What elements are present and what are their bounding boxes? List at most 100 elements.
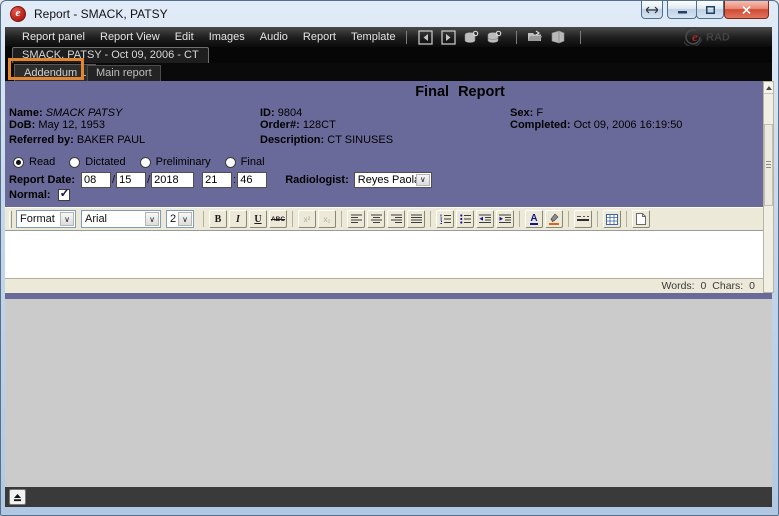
address-book-icon[interactable]	[550, 29, 567, 46]
date-separator: /	[147, 174, 150, 186]
date-separator: /	[112, 174, 115, 186]
horizontal-rule-button[interactable]	[574, 210, 592, 228]
save-all-icon[interactable]	[486, 29, 503, 46]
italic-icon: I	[236, 214, 240, 225]
previous-report-icon[interactable]	[417, 29, 434, 46]
radio-preliminary[interactable]: Preliminary	[140, 156, 211, 168]
align-center-button[interactable]	[367, 210, 385, 228]
chevron-down-icon[interactable]: ∨	[145, 212, 159, 226]
erad-app-icon[interactable]: e	[10, 6, 26, 22]
report-text-area[interactable]	[5, 230, 763, 278]
font-select[interactable]: Arial ∨	[81, 210, 161, 228]
open-folder-icon[interactable]	[527, 29, 544, 46]
scroll-up-button[interactable]	[764, 82, 773, 94]
highlight-color-button[interactable]	[545, 210, 563, 228]
tab-addendum-1[interactable]: Addendum 1	[14, 64, 96, 81]
radio-dictated-circle[interactable]	[69, 157, 80, 168]
close-icon	[742, 6, 751, 14]
minimize-button[interactable]	[667, 1, 697, 19]
radio-read-circle[interactable]	[13, 157, 24, 168]
highlight-color-icon	[548, 213, 560, 225]
menu-report-view[interactable]: Report View	[100, 31, 160, 43]
subscript-button[interactable]: x₂	[318, 210, 336, 228]
study-tab-bar: SMACK, PATSY - Oct 09, 2006 - CT	[5, 47, 772, 63]
dob-label: DoB:	[9, 119, 35, 131]
align-left-button[interactable]	[347, 210, 365, 228]
format-select[interactable]: Format∨	[16, 210, 76, 228]
menu-separator	[580, 31, 581, 44]
insert-table-button[interactable]	[603, 210, 621, 228]
chevron-down-icon[interactable]: ∨	[60, 212, 74, 226]
referred-label: Referred by:	[9, 134, 74, 146]
toolbar-separator	[597, 211, 598, 227]
editor-toolbar: Format∨ Arial ∨ 2∨ B I U ABC x² x₂ A	[5, 207, 763, 230]
menu-images[interactable]: Images	[209, 31, 245, 43]
report-date-day-input[interactable]	[116, 172, 146, 188]
thumb-grip-icon	[766, 161, 771, 169]
study-tab[interactable]: SMACK, PATSY - Oct 09, 2006 - CT	[12, 47, 209, 63]
logo-e: e	[692, 29, 698, 44]
tab-main-report[interactable]: Main report	[87, 65, 161, 81]
font-size-select[interactable]: 2∨	[166, 210, 194, 228]
chevron-down-icon[interactable]: ∨	[416, 174, 430, 186]
underline-button[interactable]: U	[249, 210, 267, 228]
maximize-icon	[706, 6, 715, 14]
dob-value: May 12, 1953	[38, 119, 105, 131]
expand-panel-button[interactable]	[9, 489, 26, 505]
save-report-icon[interactable]	[463, 29, 480, 46]
id-value: 9804	[278, 107, 302, 119]
menu-template[interactable]: Template	[351, 31, 396, 43]
resize-button[interactable]	[641, 1, 663, 19]
indent-button[interactable]	[496, 210, 514, 228]
align-right-button[interactable]	[387, 210, 405, 228]
new-document-icon	[636, 213, 646, 225]
bold-button[interactable]: B	[209, 210, 227, 228]
ordered-list-button[interactable]	[436, 210, 454, 228]
menu-edit[interactable]: Edit	[175, 31, 194, 43]
close-button[interactable]	[724, 1, 769, 19]
radio-read[interactable]: Read	[13, 156, 55, 168]
strikethrough-icon: ABC	[271, 216, 285, 223]
report-date-month-input[interactable]	[81, 172, 111, 188]
patient-info-middle: ID: 9804 Order#: 128CT Description: CT S…	[260, 107, 393, 146]
radio-final[interactable]: Final	[225, 156, 265, 168]
subscript-icon: x₂	[323, 215, 330, 224]
radiologist-dropdown[interactable]: Reyes Paola ∨	[354, 172, 432, 188]
report-date-year-input[interactable]	[151, 172, 194, 188]
superscript-button[interactable]: x²	[298, 210, 316, 228]
completed-value: Oct 09, 2006 16:19:50	[574, 119, 683, 131]
maximize-button[interactable]	[696, 1, 724, 19]
vertical-scrollbar[interactable]	[763, 81, 774, 293]
new-document-button[interactable]	[632, 210, 650, 228]
radio-final-label: Final	[241, 156, 265, 168]
bottom-bar	[5, 487, 772, 507]
toolbar-separator	[626, 211, 627, 227]
unordered-list-button[interactable]	[456, 210, 474, 228]
font-color-button[interactable]: A	[525, 210, 543, 228]
radio-dictated[interactable]: Dictated	[69, 156, 125, 168]
report-time-hour-input[interactable]	[202, 172, 232, 188]
menu-report[interactable]: Report	[303, 31, 336, 43]
radio-final-circle[interactable]	[225, 157, 236, 168]
menu-audio[interactable]: Audio	[260, 31, 288, 43]
radio-preliminary-circle[interactable]	[140, 157, 151, 168]
chevron-down-icon[interactable]: ∨	[178, 212, 192, 226]
menu-report-panel[interactable]: Report panel	[22, 31, 85, 43]
align-justify-button[interactable]	[407, 210, 425, 228]
logo-rad: RAD	[706, 32, 730, 44]
outdent-button[interactable]	[476, 210, 494, 228]
report-time-minute-input[interactable]	[237, 172, 267, 188]
report-window: e Report - SMACK, PATSY Report panel Rep…	[0, 0, 779, 516]
normal-checkbox[interactable]: ✓	[58, 189, 70, 201]
font-value: Arial	[85, 213, 107, 225]
scrollbar-thumb[interactable]	[764, 124, 773, 206]
toolbar-grip[interactable]	[9, 211, 12, 228]
report-date-label: Report Date:	[9, 174, 75, 186]
toolbar-separator	[519, 211, 520, 227]
strikethrough-button[interactable]: ABC	[269, 210, 287, 228]
id-label: ID:	[260, 107, 275, 119]
italic-button[interactable]: I	[229, 210, 247, 228]
next-report-icon[interactable]	[440, 29, 457, 46]
align-center-icon	[371, 214, 382, 224]
radiologist-label: Radiologist:	[285, 174, 349, 186]
